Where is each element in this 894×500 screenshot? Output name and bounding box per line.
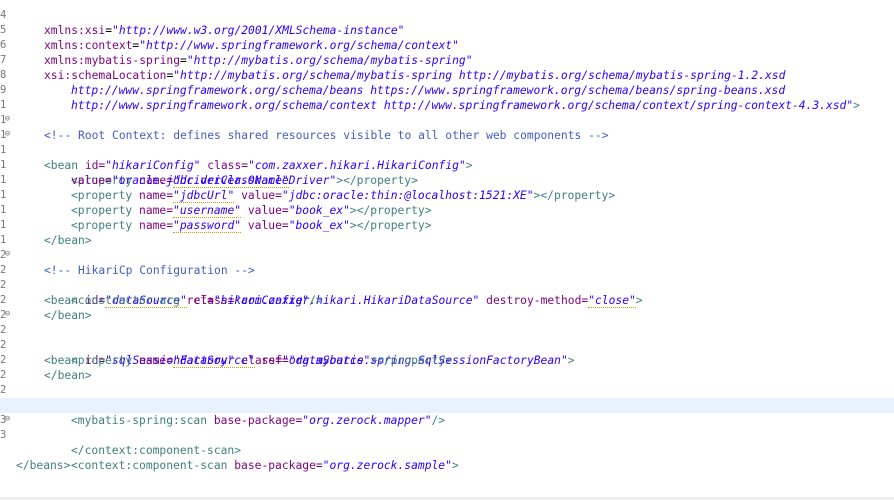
code-line[interactable]: 21 ⊖ <bean id="dataSource" class="com.za…: [0, 248, 894, 308]
code-line[interactable]: </context:component-scan>: [0, 428, 894, 457]
code-editor[interactable]: 4 xmlns:xsi="http://www.w3.org/2001/XMLS…: [0, 0, 894, 500]
code-line[interactable]: 16 <property name="username" value="book…: [0, 173, 894, 218]
code-line[interactable]: 22 <constructor-arg ref="hikariConfig"/>: [0, 263, 894, 307]
fold-collapse-icon[interactable]: ⊖: [3, 130, 12, 139]
code-line[interactable]: 17 <property name="password" value="book…: [0, 188, 894, 233]
code-line[interactable]: 6 xmlns:mybatis-spring="http://mybatis.o…: [0, 23, 894, 67]
code-line[interactable]: 12 ⊖ <bean id="hikariConfig" class="com.…: [0, 113, 894, 173]
code-line[interactable]: 26 <property name="dataSource" ref="data…: [0, 323, 894, 368]
code-line[interactable]: 4 xmlns:xsi="http://www.w3.org/2001/XMLS…: [0, 0, 894, 37]
code-line[interactable]: 9 http://www.springframework.org/schema/…: [0, 68, 894, 112]
code-line[interactable]: 24: [0, 293, 894, 321]
code-line[interactable]: 8 http://www.springframework.org/schema/…: [0, 53, 894, 97]
code-line[interactable]: 23 </bean>: [0, 278, 894, 322]
code-line[interactable]: 18 </bean>: [0, 203, 894, 247]
code-line[interactable]: 28: [0, 353, 894, 381]
code-line[interactable]: </beans>: [0, 443, 894, 472]
fold-collapse-icon[interactable]: ⊖: [3, 250, 12, 259]
code-line[interactable]: 25 ⊖ <bean id="sqlSessionFactory" class=…: [0, 308, 894, 368]
code-line[interactable]: 7 xsi:schemaLocation="http://mybatis.org…: [0, 38, 894, 82]
code-line[interactable]: 14 value="oracle.jdbc.driver.OracleDrive…: [0, 143, 894, 187]
current-line[interactable]: 31: [0, 398, 894, 426]
code-line[interactable]: 19: [0, 218, 894, 246]
code-line[interactable]: 30 <mybatis-spring:scan base-package="or…: [0, 383, 894, 427]
code-line[interactable]: 15 <property name="jdbcUrl" value="jdbc:…: [0, 158, 894, 203]
code-line[interactable]: 13 ⊖ <property name="driverClassName": [0, 128, 894, 188]
fold-collapse-icon[interactable]: ⊖: [3, 310, 12, 319]
code-line[interactable]: 27 </bean>: [0, 338, 894, 382]
code-line[interactable]: 5 xmlns:context="http://www.springframew…: [0, 8, 894, 52]
code-line[interactable]: 11 <!-- Root Context: defines shared res…: [0, 98, 894, 142]
fold-collapse-icon[interactable]: ⊖: [3, 115, 12, 124]
code-line[interactable]: 10: [0, 83, 894, 111]
code-line[interactable]: 20 <!-- HikariCp Configuration -->: [0, 233, 894, 277]
code-line[interactable]: 32 ⊖ <context:component-scan base-packag…: [0, 413, 894, 473]
code-line[interactable]: 29: [0, 368, 894, 396]
fold-collapse-icon[interactable]: ⊖: [3, 415, 12, 424]
